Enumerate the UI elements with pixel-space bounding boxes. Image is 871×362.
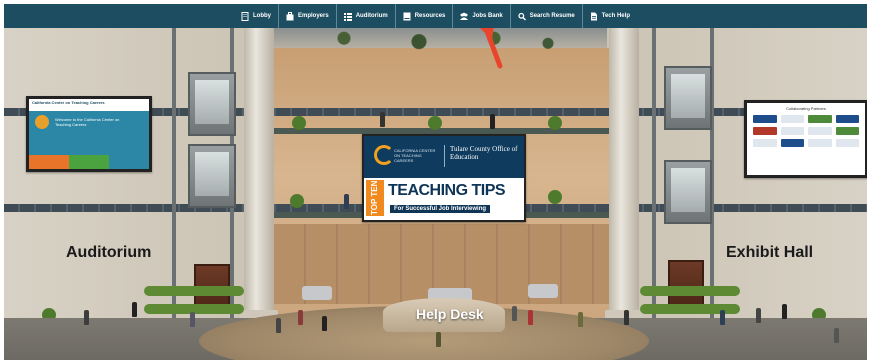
potted-plant (290, 194, 304, 208)
column-right (609, 28, 639, 320)
person (624, 310, 629, 325)
partner-logo (808, 115, 832, 123)
partner-logo (753, 127, 777, 135)
person (132, 302, 137, 317)
person (834, 328, 839, 343)
person (528, 310, 533, 325)
partner-logo (780, 139, 804, 147)
center-screen-header: CALIFORNIA CENTER ON TEACHING CAREERS Tu… (364, 136, 524, 178)
left-screen-footer (29, 155, 149, 169)
partner-logo (835, 139, 859, 147)
book-icon (403, 12, 411, 21)
person (720, 310, 725, 325)
left-screen-body: Welcome to the California Center on Teac… (29, 111, 149, 155)
partner-logo (808, 139, 832, 147)
center-screen-headline: TEACHING TIPS (388, 182, 506, 199)
exhibit-hall-link[interactable]: Exhibit Hall (726, 244, 813, 262)
users-icon (460, 12, 469, 21)
elevator-right-upper (664, 66, 712, 130)
nav-label: Tech Help (601, 13, 630, 19)
help-desk-link[interactable]: Help Desk (416, 306, 484, 322)
partner-logos (747, 111, 865, 151)
potted-plant (548, 116, 562, 130)
person (380, 112, 385, 127)
nav-label: Lobby (253, 13, 271, 19)
partner-logo (835, 127, 859, 135)
ccotc-logo-icon (374, 145, 394, 165)
person (578, 312, 583, 327)
partners-title: Collaborating Partners (786, 106, 826, 111)
person (298, 310, 303, 325)
nav-label: Employers (298, 13, 329, 19)
person (782, 304, 787, 319)
column-left (244, 28, 274, 320)
elevator-right-lower (664, 160, 712, 224)
potted-plant (292, 116, 306, 130)
nav-label: Search Resume (529, 13, 575, 19)
person (322, 316, 327, 331)
center-video-screen[interactable]: CALIFORNIA CENTER ON TEACHING CAREERS Tu… (362, 134, 526, 222)
nav-employers[interactable]: Employers (279, 4, 337, 28)
nav-resources[interactable]: Resources (396, 4, 454, 28)
person (436, 332, 441, 347)
nav-label: Auditorium (355, 13, 388, 19)
person (512, 306, 517, 321)
lobby-scene: California Center on Teaching Careers We… (4, 28, 867, 360)
nav-lobby[interactable]: Lobby (234, 4, 279, 28)
person (190, 312, 195, 327)
auditorium-link[interactable]: Auditorium (66, 244, 151, 262)
left-screen-header: California Center on Teaching Careers (29, 99, 149, 111)
top-nav-bar: Lobby Employers Auditorium Resources Job… (4, 4, 867, 28)
elevator-rail (652, 28, 656, 318)
nav-jobs-bank[interactable]: Jobs Bank (453, 4, 511, 28)
sofa (528, 284, 558, 298)
hanging-vines (284, 28, 584, 62)
annotation-arrow-icon (480, 26, 503, 69)
partners-screen[interactable]: Collaborating Partners (744, 100, 867, 178)
nav-search-resume[interactable]: Search Resume (511, 4, 583, 28)
elevator-left-lower (188, 144, 236, 208)
partner-logo (780, 115, 804, 123)
partner-logo (835, 115, 859, 123)
nav-auditorium[interactable]: Auditorium (337, 4, 396, 28)
sofa (302, 286, 332, 300)
center-screen-partner: Tulare County Office of Education (450, 145, 518, 161)
search-icon (518, 12, 526, 21)
center-screen-subheadline: For Successful Job Interviewing (390, 205, 491, 213)
planter (144, 286, 244, 296)
briefcase-icon (286, 11, 294, 21)
top-ten-badge: TOP TEN (366, 180, 384, 216)
person (756, 308, 761, 323)
elevator-left-upper (188, 72, 236, 136)
potted-plant (548, 190, 562, 204)
partner-logo (753, 115, 777, 123)
planter (640, 304, 740, 314)
left-info-screen[interactable]: California Center on Teaching Careers We… (26, 96, 152, 172)
person (490, 114, 495, 129)
elevator-rail (172, 28, 176, 318)
person (84, 310, 89, 325)
planter (640, 286, 740, 296)
person (344, 194, 349, 209)
partner-logo (753, 139, 777, 147)
person (276, 318, 281, 333)
nav-tech-help[interactable]: Tech Help (583, 4, 637, 28)
left-screen-text: Welcome to the California Center on Teac… (55, 117, 120, 127)
nav-label: Resources (414, 13, 446, 19)
partner-logo (808, 127, 832, 135)
document-icon (590, 12, 598, 21)
exhibit-hall-door (668, 260, 704, 306)
center-screen-org: CALIFORNIA CENTER ON TEACHING CAREERS (394, 148, 436, 163)
badge-icon (35, 115, 49, 129)
partner-logo (780, 127, 804, 135)
nav-label: Jobs Bank (472, 13, 503, 19)
list-icon (343, 12, 352, 21)
potted-plant (428, 116, 442, 130)
virtual-lobby: Lobby Employers Auditorium Resources Job… (4, 4, 867, 360)
building-icon (241, 11, 249, 21)
